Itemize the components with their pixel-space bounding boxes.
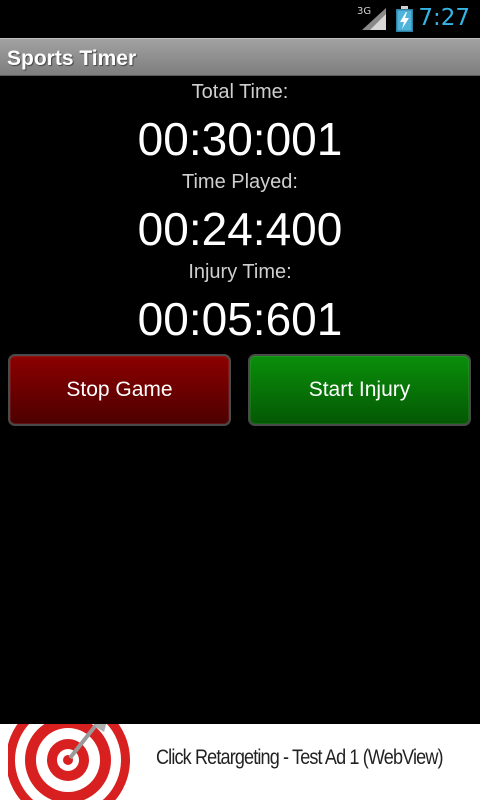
start-injury-button[interactable]: Start Injury [248,354,471,426]
time-played-label: Time Played: [182,171,298,193]
title-bar: Sports Timer [0,38,480,76]
start-injury-label: Start Injury [308,378,411,401]
target-icon [8,724,130,800]
total-time-label: Total Time: [191,81,289,103]
app-screen: 3G 7:27 Sports Timer Total Time: 00:30:0… [0,0,480,800]
signal-icon [362,8,386,30]
ad-text: Click Retargeting - Test Ad 1 (WebView) [156,746,444,769]
injury-time-value: 00:05:601 [137,293,343,345]
status-clock: 7:27 [418,5,470,31]
stop-game-label: Stop Game [66,378,173,401]
stop-game-button[interactable]: Stop Game [8,354,231,426]
ad-banner[interactable]: Click Retargeting - Test Ad 1 (WebView) [0,724,480,800]
status-bar: 3G 7:27 [0,0,480,38]
battery-charging-icon [396,6,413,32]
time-played-value: 00:24:400 [137,203,343,255]
app-title: Sports Timer [7,47,137,70]
total-time-value: 00:30:001 [137,113,343,165]
injury-time-label: Injury Time: [188,261,292,283]
